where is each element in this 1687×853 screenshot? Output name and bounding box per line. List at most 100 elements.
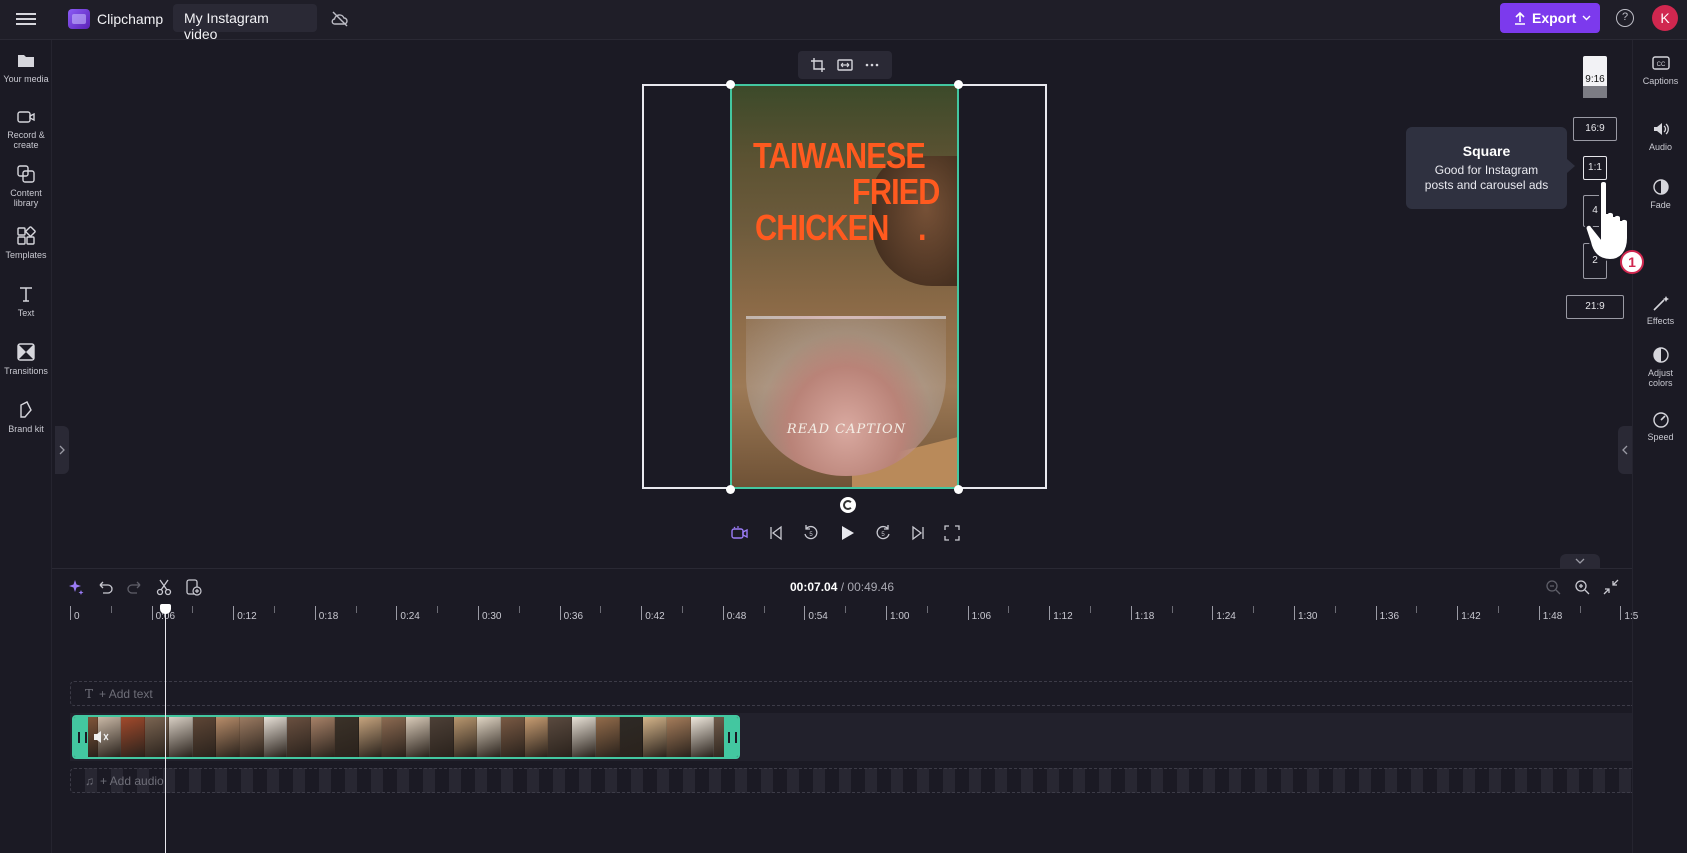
tooltip-body-line-1: Good for Instagram (1434, 163, 1539, 177)
sidebar-item-transitions[interactable]: Transitions (0, 342, 52, 376)
ruler-label: 0:54 (808, 611, 828, 622)
add-to-timeline-icon[interactable] (184, 578, 202, 596)
help-icon[interactable]: ? (1616, 9, 1634, 27)
clip-thumbnail (643, 717, 667, 757)
undo-icon[interactable] (96, 578, 114, 596)
music-note-icon: ♫ (85, 774, 94, 788)
clip-thumbnail (263, 717, 288, 757)
sidebar-item-label: Text (17, 308, 35, 318)
redo-icon[interactable] (126, 578, 144, 596)
sidebar-item-captions[interactable]: CC Captions (1633, 54, 1687, 86)
sidebar-item-effects[interactable]: Effects (1633, 294, 1687, 326)
collapse-left-panel-button[interactable] (55, 426, 69, 474)
playhead[interactable] (160, 604, 171, 853)
add-text-label: + Add text (99, 687, 153, 701)
clip-trim-handle-right[interactable] (724, 717, 738, 757)
ruler-label: 1:00 (890, 611, 910, 622)
rotate-handle-icon[interactable] (840, 497, 856, 513)
ruler-minor-tick (1008, 606, 1010, 613)
current-time: 00:07.04 (790, 580, 838, 594)
skip-back-icon[interactable] (768, 525, 784, 541)
ruler-tick (1130, 606, 1132, 620)
ruler-minor-tick (274, 606, 275, 613)
cloud-sync-off-icon[interactable] (330, 9, 350, 29)
export-button[interactable]: Export (1500, 3, 1600, 33)
timeline-ruler[interactable]: 00:060:120:180:240:300:360:420:480:541:0… (70, 606, 1638, 626)
zoom-in-icon[interactable] (1573, 578, 1591, 596)
ruler-tick (1538, 606, 1540, 620)
resize-handle-bottom-right[interactable] (954, 485, 963, 494)
clip-thumbnail (168, 717, 193, 757)
chevron-down-icon (1582, 15, 1591, 21)
scissors-icon[interactable] (155, 578, 173, 596)
ruler-minor-tick (682, 606, 683, 613)
clip-thumbnail (429, 717, 454, 757)
video-clip[interactable] (72, 715, 740, 759)
ruler-tick (641, 606, 643, 620)
ruler-label: 0:48 (726, 611, 747, 622)
aspect-ratio-16-9[interactable]: 16:9 (1573, 117, 1617, 141)
ruler-label: 0:42 (645, 611, 665, 622)
fullscreen-icon[interactable] (944, 525, 960, 541)
resize-handle-top-left[interactable] (726, 80, 735, 89)
ruler-label: 0:12 (237, 611, 257, 622)
clip-thumbnail (334, 717, 359, 757)
title-dot: . (918, 207, 927, 248)
aspect-ratio-21-9[interactable]: 21:9 (1566, 295, 1624, 319)
add-text-track[interactable]: T + Add text (70, 681, 1632, 706)
sidebar-item-brand-kit[interactable]: Brand kit (0, 400, 52, 434)
rewind-5-icon[interactable]: 5 (802, 524, 820, 542)
aspect-ratio-9-16[interactable]: 9:16 (1583, 56, 1607, 98)
sidebar-item-adjust-colors[interactable]: Adjust colors (1633, 346, 1687, 388)
sidebar-item-content-library[interactable]: Content library (0, 164, 52, 208)
sidebar-item-speed[interactable]: Speed (1633, 410, 1687, 442)
cursor-step-badge: 1 (1628, 254, 1636, 270)
sidebar-item-label: Captions (1642, 76, 1679, 86)
ruler-minor-tick (1579, 606, 1581, 613)
collapse-right-panel-button[interactable] (1618, 426, 1632, 474)
read-caption-text: READ CAPTION (786, 422, 907, 437)
zoom-out-icon[interactable] (1544, 578, 1562, 596)
resize-handle-bottom-left[interactable] (726, 485, 735, 494)
ruler-minor-tick (845, 606, 847, 613)
ai-sparkle-icon[interactable] (67, 578, 85, 596)
avatar[interactable]: K (1652, 5, 1678, 31)
aspect-ratio-1-1[interactable]: 1:1 (1583, 156, 1607, 180)
video-preview[interactable]: TAIWANESE FRIED CHICKEN . READ CAPTION (730, 84, 959, 489)
ruler-minor-tick (1171, 606, 1173, 613)
play-icon[interactable] (838, 524, 856, 542)
sidebar-item-record-create[interactable]: Record & create (0, 108, 52, 150)
crop-icon[interactable] (810, 57, 826, 73)
sidebar-item-text[interactable]: Text (0, 284, 52, 318)
more-options-icon[interactable] (864, 57, 880, 73)
mute-icon[interactable] (92, 729, 110, 745)
ruler-tick (722, 606, 724, 620)
clip-thumbnail (619, 717, 644, 757)
sidebar-item-your-media[interactable]: Your media (0, 52, 52, 84)
text-icon (20, 287, 32, 302)
ruler-minor-tick (600, 606, 602, 613)
skip-forward-icon[interactable] (910, 525, 926, 541)
fit-icon[interactable] (837, 57, 853, 73)
ruler-tick (233, 606, 235, 620)
ai-video-icon[interactable] (730, 524, 750, 542)
resize-handle-top-right[interactable] (954, 80, 963, 89)
clip-thumbnail (121, 717, 146, 757)
hamburger-menu-icon[interactable] (16, 10, 36, 28)
clip-trim-handle-left[interactable] (74, 717, 88, 757)
captions-icon: CC (1651, 56, 1670, 70)
app-name: Clipchamp (97, 11, 164, 27)
sidebar-item-audio[interactable]: Audio (1633, 120, 1687, 152)
forward-5-icon[interactable]: 5 (874, 524, 892, 542)
sidebar-item-label: Effects (1646, 316, 1675, 326)
collapse-timeline-button[interactable] (1560, 554, 1600, 568)
add-audio-track[interactable]: ♫ + Add audio (70, 768, 1632, 793)
sidebar-item-templates[interactable]: Templates (0, 226, 52, 260)
project-name-input[interactable]: My Instagram video (173, 4, 317, 42)
title-line-1: TAIWANESE (753, 135, 926, 176)
ruler-minor-tick (1416, 606, 1418, 613)
ruler-label: 1:18 (1134, 611, 1155, 622)
sidebar-item-label: Brand kit (8, 424, 44, 434)
ruler-label: 1:36 (1379, 611, 1400, 622)
fit-timeline-icon[interactable] (1602, 578, 1620, 596)
